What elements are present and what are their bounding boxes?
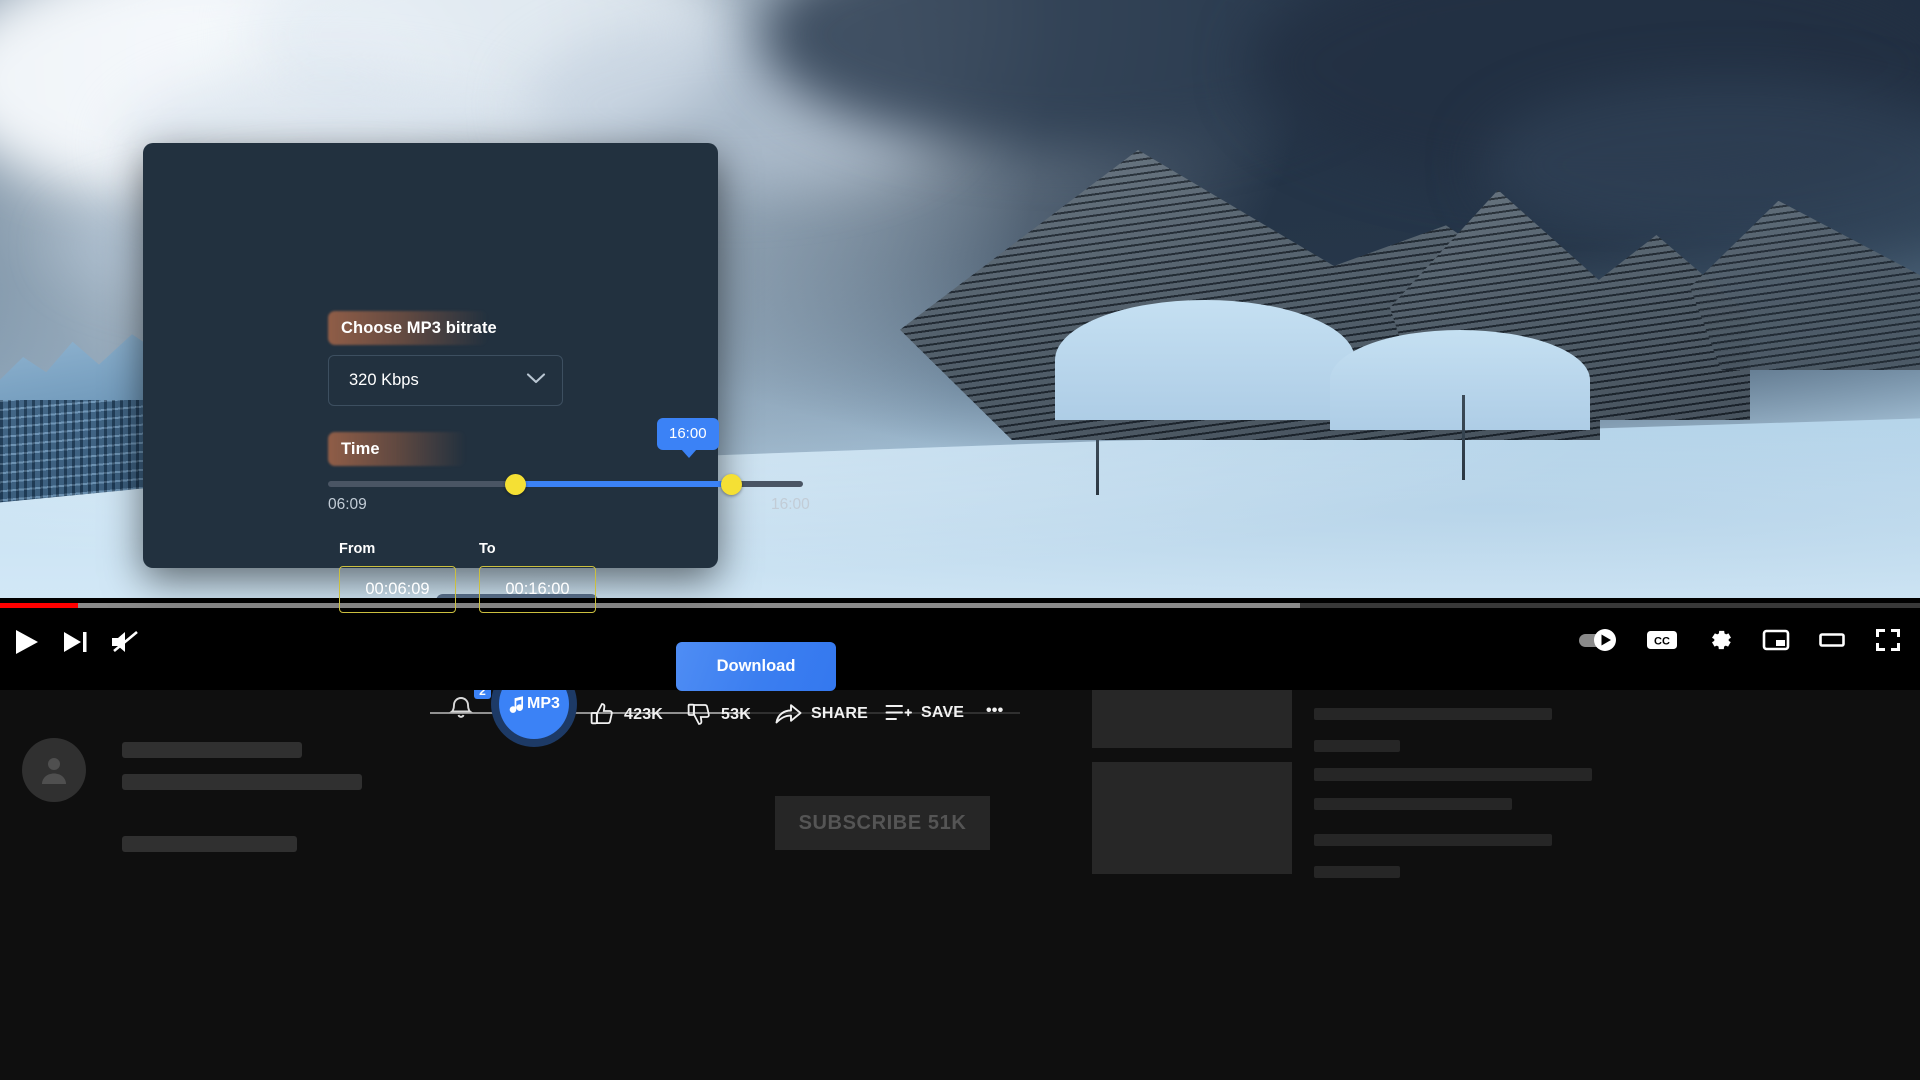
slider-min-label: 06:09	[328, 496, 367, 513]
bitrate-select[interactable]: 320 Kbps	[328, 355, 563, 406]
to-time-input[interactable]	[479, 566, 596, 613]
share-label: SHARE	[811, 705, 869, 722]
save-button[interactable]: SAVE	[885, 702, 964, 724]
thumbs-up-icon	[590, 703, 613, 725]
video-title-skeleton	[1314, 768, 1592, 781]
slider-handle-to[interactable]	[721, 474, 742, 495]
video-meta-skeleton	[1314, 834, 1552, 846]
from-caption: From	[339, 541, 376, 557]
svg-text:CC: CC	[1654, 636, 1670, 648]
video-meta-skeleton	[1314, 740, 1400, 752]
thumbs-down-icon	[687, 703, 710, 725]
settings-gear-icon[interactable]	[1706, 626, 1734, 654]
dislike-count: 53K	[721, 705, 751, 723]
slider-value-tooltip: 16:00	[657, 418, 719, 458]
share-button[interactable]: SHARE	[775, 702, 868, 726]
slider-handle-from[interactable]	[505, 474, 526, 495]
channel-name-skeleton	[122, 742, 302, 758]
bitrate-label-group: Choose MP3 bitrate	[328, 311, 497, 345]
subscribe-button[interactable]: SUBSCRIBE 51K	[775, 796, 990, 850]
notification-bell-icon[interactable]: 2	[448, 682, 491, 726]
avatar	[22, 738, 86, 802]
share-arrow-icon	[775, 704, 802, 724]
fence-pole	[1096, 440, 1099, 495]
from-field-group: From	[339, 541, 456, 613]
progress-buffered	[0, 603, 1300, 608]
player-controls-right: CC	[1578, 626, 1902, 654]
play-icon[interactable]	[14, 628, 40, 656]
progress-played	[0, 603, 78, 608]
save-label: SAVE	[921, 704, 965, 721]
slider-selected-range	[516, 481, 732, 487]
autoplay-toggle[interactable]	[1578, 628, 1618, 652]
video-thumbnail	[1092, 762, 1292, 874]
from-time-input[interactable]	[339, 566, 456, 613]
list-item[interactable]	[1092, 762, 1902, 886]
video-progress-bar[interactable]	[0, 603, 1920, 608]
page-content-below-player: 2 MP3 Convert to MP3 423K	[0, 594, 1920, 1080]
video-channel-skeleton	[1314, 798, 1512, 810]
snow-drift	[1330, 330, 1590, 430]
next-video-icon[interactable]	[62, 629, 88, 655]
mp3-button-label: MP3	[527, 695, 560, 712]
theater-mode-icon[interactable]	[1818, 628, 1846, 652]
time-label-group: Time	[328, 432, 466, 466]
dislike-button[interactable]: 53K	[687, 702, 751, 727]
like-button[interactable]: 423K	[590, 702, 663, 727]
fullscreen-icon[interactable]	[1874, 627, 1902, 653]
video-player-controls: CC	[0, 598, 1920, 690]
music-note-icon	[509, 696, 524, 713]
mp3-conversion-dialog: Choose MP3 bitrate 320 Kbps Time 16:00 0…	[143, 143, 836, 691]
to-caption: To	[479, 541, 496, 557]
more-actions-button[interactable]: •••	[986, 702, 1003, 720]
like-count: 423K	[624, 705, 664, 723]
to-field-group: To	[479, 541, 596, 613]
bitrate-selected-value: 320 Kbps	[349, 371, 419, 389]
video-meta-skeleton	[1314, 708, 1552, 720]
snow-drift	[1055, 300, 1355, 420]
miniplayer-icon[interactable]	[1762, 628, 1790, 652]
time-range-slider[interactable]: 16:00	[328, 418, 803, 500]
download-button[interactable]: Download	[676, 642, 836, 691]
channel-meta-skeleton	[122, 774, 362, 790]
more-actions-label: •••	[986, 702, 1004, 719]
video-meta-skeleton	[1314, 866, 1400, 878]
bitrate-label: Choose MP3 bitrate	[341, 319, 497, 337]
volume-muted-icon[interactable]	[110, 629, 140, 655]
description-skeleton	[122, 836, 297, 852]
chevron-down-icon	[526, 372, 546, 390]
time-label: Time	[341, 440, 380, 458]
person-icon	[42, 758, 66, 784]
slider-max-label: 16:00	[771, 496, 810, 513]
closed-captions-icon[interactable]: CC	[1646, 628, 1678, 652]
save-to-playlist-icon	[885, 705, 912, 720]
time-range-fields: From To	[339, 541, 596, 613]
fence-pole	[1462, 395, 1465, 480]
player-controls-left	[14, 628, 140, 656]
